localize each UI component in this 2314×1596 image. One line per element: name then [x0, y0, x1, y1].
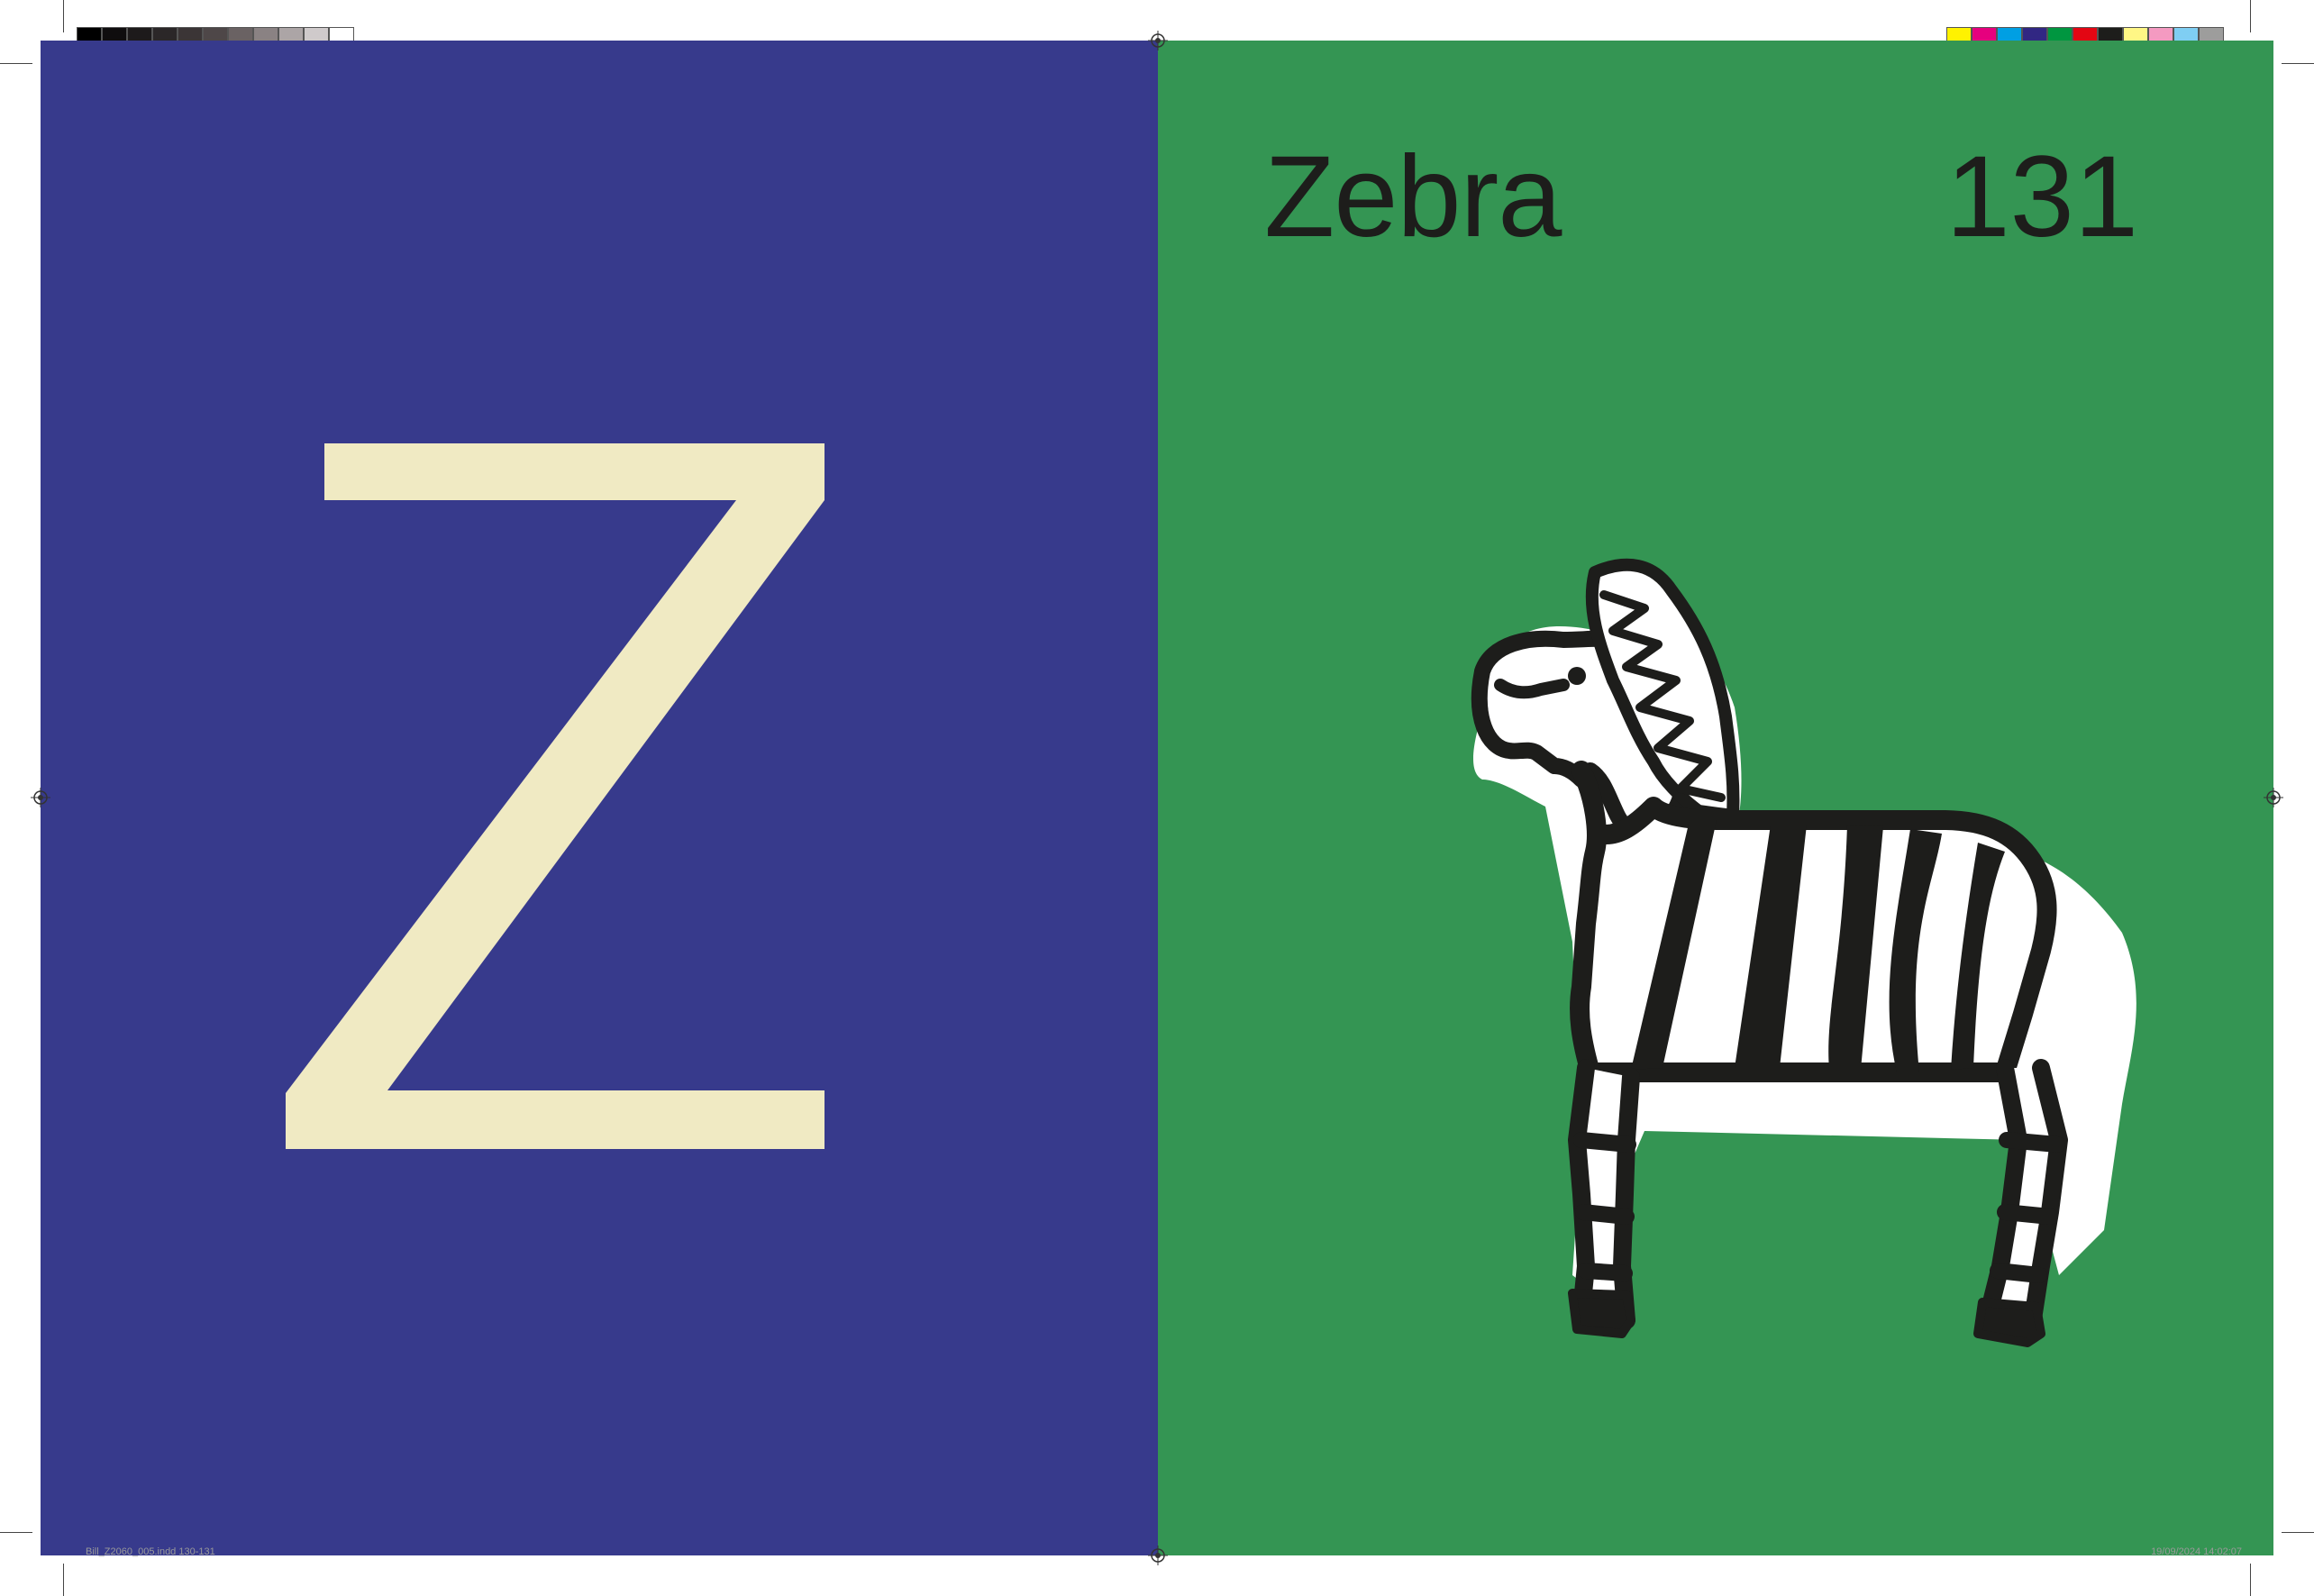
- zebra-muzzle: [1494, 679, 1570, 699]
- right-page: Zebra 131: [1158, 41, 2273, 1555]
- slug-right: 19/09/2024 14:02:07: [2151, 1546, 2242, 1557]
- big-letter-z: Z: [286, 443, 824, 1149]
- slug-left: Bill_Z2060_005.indd 130-131: [86, 1546, 215, 1557]
- crop-mark: [63, 1564, 64, 1596]
- crop-mark: [0, 1532, 32, 1533]
- zebra-eye: [1568, 667, 1586, 685]
- crop-mark: [2250, 0, 2251, 32]
- left-page: Z: [41, 41, 1158, 1555]
- crop-mark: [2282, 1532, 2314, 1533]
- zebra-front-leg: [1568, 1059, 1640, 1329]
- registration-mark: [2264, 788, 2283, 807]
- zebra-front-hoof: [1568, 1289, 1635, 1338]
- crop-mark: [0, 63, 32, 64]
- page-number: 131: [1945, 132, 2138, 261]
- crop-mark: [2282, 63, 2314, 64]
- registration-mark: [31, 788, 50, 807]
- page-title: Zebra: [1264, 132, 1562, 261]
- registration-mark: [1148, 31, 1168, 50]
- registration-mark: [1148, 1546, 1168, 1565]
- letter-z-shape: [286, 443, 824, 1149]
- zebra-illustration: [1471, 558, 2136, 1347]
- zebra-back-hoof: [1973, 1298, 2045, 1347]
- crop-mark: [2250, 1564, 2251, 1596]
- crop-mark: [63, 0, 64, 32]
